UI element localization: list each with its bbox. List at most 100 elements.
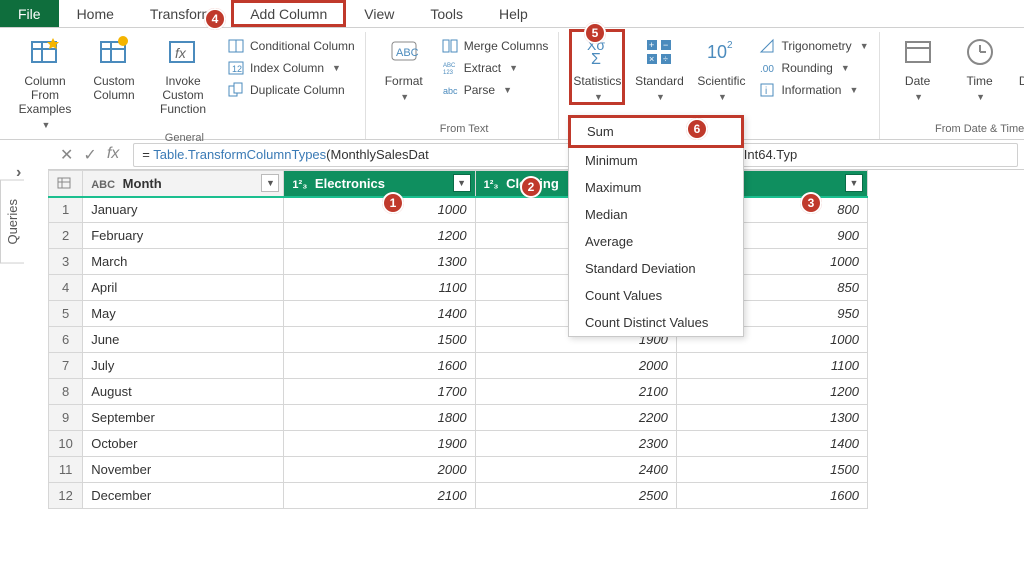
- cell-electronics[interactable]: 1700: [284, 379, 475, 405]
- row-number[interactable]: 10: [49, 431, 83, 457]
- table-row[interactable]: 3March13001000: [49, 249, 868, 275]
- table-row[interactable]: 10October190023001400: [49, 431, 868, 457]
- cell-decor[interactable]: 1300: [676, 405, 867, 431]
- cell-month[interactable]: February: [83, 223, 284, 249]
- cell-electronics[interactable]: 1000: [284, 197, 475, 223]
- fx-icon[interactable]: fx: [107, 145, 119, 165]
- cell-month[interactable]: January: [83, 197, 284, 223]
- cell-electronics[interactable]: 1900: [284, 431, 475, 457]
- cell-electronics[interactable]: 1800: [284, 405, 475, 431]
- column-from-examples-button[interactable]: Column From Examples ▼: [10, 32, 80, 130]
- menu-help[interactable]: Help: [481, 0, 546, 27]
- table-row[interactable]: 4April1100850: [49, 275, 868, 301]
- cancel-formula-icon[interactable]: ✕: [60, 145, 73, 165]
- menu-item-maximum[interactable]: Maximum: [569, 174, 743, 201]
- cell-month[interactable]: March: [83, 249, 284, 275]
- cell-electronics[interactable]: 1500: [284, 327, 475, 353]
- row-number[interactable]: 1: [49, 197, 83, 223]
- row-number[interactable]: 4: [49, 275, 83, 301]
- cell-decor[interactable]: 1600: [676, 483, 867, 509]
- cell-month[interactable]: April: [83, 275, 284, 301]
- table-row[interactable]: 9September180022001300: [49, 405, 868, 431]
- menu-item-standard-deviation[interactable]: Standard Deviation: [569, 255, 743, 282]
- cell-clothing[interactable]: 2100: [475, 379, 676, 405]
- cell-electronics[interactable]: 2000: [284, 457, 475, 483]
- menu-file[interactable]: File: [0, 0, 59, 27]
- cell-month[interactable]: August: [83, 379, 284, 405]
- row-number[interactable]: 8: [49, 379, 83, 405]
- row-number[interactable]: 9: [49, 405, 83, 431]
- table-row[interactable]: 7July160020001100: [49, 353, 868, 379]
- cell-decor[interactable]: 1400: [676, 431, 867, 457]
- cell-electronics[interactable]: 1100: [284, 275, 475, 301]
- table-row[interactable]: 2February1200900: [49, 223, 868, 249]
- cell-decor[interactable]: 1500: [676, 457, 867, 483]
- menu-item-count-distinct-values[interactable]: Count Distinct Values: [569, 309, 743, 336]
- table-row[interactable]: 8August170021001200: [49, 379, 868, 405]
- table-row[interactable]: 1January1000800: [49, 197, 868, 223]
- cell-clothing[interactable]: 2300: [475, 431, 676, 457]
- duration-button[interactable]: Duration ▼: [1014, 32, 1024, 102]
- cell-month[interactable]: May: [83, 301, 284, 327]
- information-button[interactable]: i Information ▼: [755, 80, 872, 100]
- table-row[interactable]: 5May14001800950: [49, 301, 868, 327]
- standard-button[interactable]: +−×÷ Standard ▼: [631, 32, 687, 102]
- row-number[interactable]: 2: [49, 223, 83, 249]
- cell-electronics[interactable]: 1200: [284, 223, 475, 249]
- menu-item-average[interactable]: Average: [569, 228, 743, 255]
- trigonometry-button[interactable]: Trigonometry ▼: [755, 36, 872, 56]
- time-button[interactable]: Time ▼: [952, 32, 1008, 102]
- menu-tools[interactable]: Tools: [412, 0, 481, 27]
- cell-month[interactable]: October: [83, 431, 284, 457]
- menu-item-minimum[interactable]: Minimum: [569, 147, 743, 174]
- cell-clothing[interactable]: 2200: [475, 405, 676, 431]
- menu-home[interactable]: Home: [59, 0, 132, 27]
- row-number[interactable]: 11: [49, 457, 83, 483]
- table-row[interactable]: 12December210025001600: [49, 483, 868, 509]
- accept-formula-icon[interactable]: ✓: [83, 145, 96, 165]
- parse-button[interactable]: abc Parse ▼: [438, 80, 553, 100]
- row-selector-header[interactable]: [49, 171, 83, 197]
- cell-month[interactable]: September: [83, 405, 284, 431]
- row-number[interactable]: 3: [49, 249, 83, 275]
- menu-item-median[interactable]: Median: [569, 201, 743, 228]
- extract-button[interactable]: ABC123 Extract ▼: [438, 58, 553, 78]
- date-button[interactable]: Date ▼: [890, 32, 946, 102]
- cell-month[interactable]: December: [83, 483, 284, 509]
- cell-electronics[interactable]: 2100: [284, 483, 475, 509]
- cell-month[interactable]: June: [83, 327, 284, 353]
- rounding-button[interactable]: .00 Rounding ▼: [755, 58, 872, 78]
- invoke-custom-function-button[interactable]: fx Invoke Custom Function: [148, 32, 218, 116]
- cell-decor[interactable]: 1200: [676, 379, 867, 405]
- conditional-column-button[interactable]: Conditional Column: [224, 36, 359, 56]
- menu-item-sum[interactable]: Sum: [568, 115, 744, 148]
- column-header-electronics[interactable]: 1²₃ Electronics ▼: [284, 171, 475, 197]
- menu-view[interactable]: View: [346, 0, 412, 27]
- duplicate-column-button[interactable]: Duplicate Column: [224, 80, 359, 100]
- column-header-month[interactable]: ABC Month ▼: [83, 171, 284, 197]
- menu-item-count-values[interactable]: Count Values: [569, 282, 743, 309]
- cell-clothing[interactable]: 2500: [475, 483, 676, 509]
- cell-electronics[interactable]: 1400: [284, 301, 475, 327]
- row-number[interactable]: 7: [49, 353, 83, 379]
- table-row[interactable]: 11November200024001500: [49, 457, 868, 483]
- row-number[interactable]: 5: [49, 301, 83, 327]
- cell-clothing[interactable]: 2400: [475, 457, 676, 483]
- cell-electronics[interactable]: 1300: [284, 249, 475, 275]
- menu-add-column[interactable]: Add Column: [231, 0, 346, 27]
- cell-clothing[interactable]: 2000: [475, 353, 676, 379]
- scientific-button[interactable]: 102 Scientific ▼: [693, 32, 749, 102]
- row-number[interactable]: 12: [49, 483, 83, 509]
- filter-dropdown-icon[interactable]: ▼: [845, 174, 863, 192]
- queries-tab[interactable]: Queries: [0, 180, 24, 264]
- table-row[interactable]: 6June150019001000: [49, 327, 868, 353]
- index-column-button[interactable]: 12 Index Column ▼: [224, 58, 359, 78]
- cell-month[interactable]: November: [83, 457, 284, 483]
- row-number[interactable]: 6: [49, 327, 83, 353]
- merge-columns-button[interactable]: Merge Columns: [438, 36, 553, 56]
- format-button[interactable]: ABC Format ▼: [376, 32, 432, 102]
- cell-electronics[interactable]: 1600: [284, 353, 475, 379]
- filter-dropdown-icon[interactable]: ▼: [261, 174, 279, 192]
- filter-dropdown-icon[interactable]: ▼: [453, 174, 471, 192]
- cell-decor[interactable]: 1100: [676, 353, 867, 379]
